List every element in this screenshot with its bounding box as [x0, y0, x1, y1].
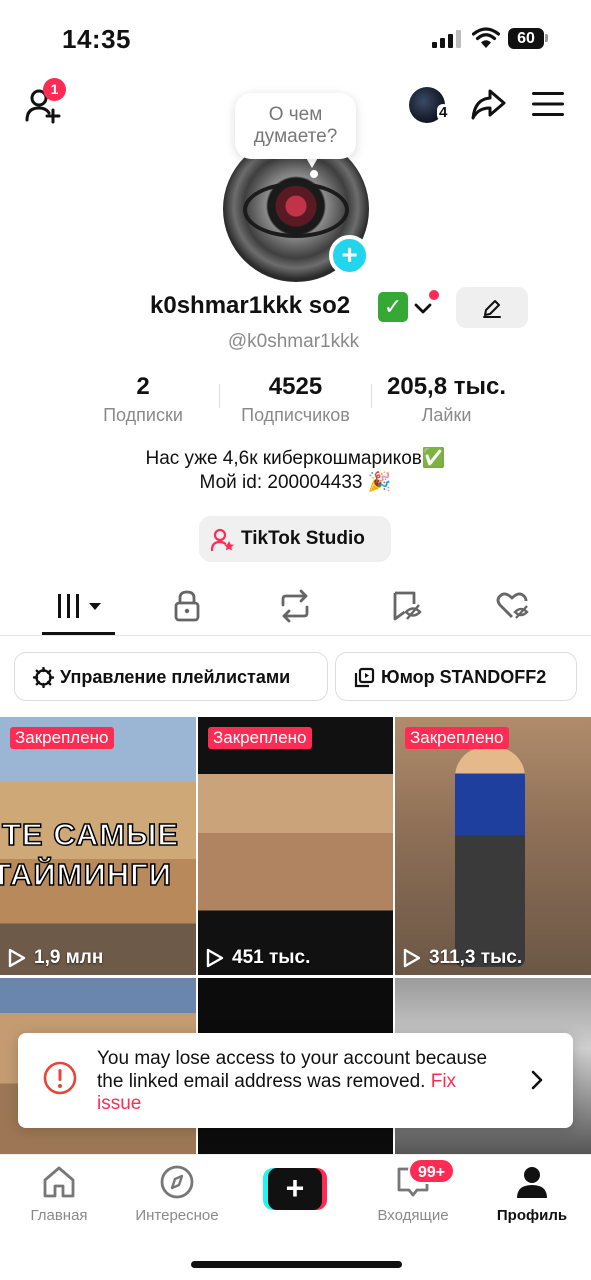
avatar-eye-outline	[243, 182, 349, 238]
following-count: 2	[136, 373, 150, 400]
profile-tabs	[0, 578, 591, 636]
likes-count: 205,8 тыс.	[387, 373, 506, 400]
gear-icon	[33, 667, 54, 688]
following-label: Подписки	[103, 405, 183, 425]
view-count-value: 451 тыс.	[232, 947, 311, 968]
username-handle: @k0shmar1kkk	[227, 331, 360, 352]
inbox-badge: 99+	[408, 1158, 456, 1184]
thumbnail-overlay-text: ТАЙМИНГИ	[0, 856, 172, 893]
warning-icon	[43, 1061, 77, 1095]
play-icon	[8, 948, 26, 968]
nav-home[interactable]: Главная	[9, 1165, 109, 1224]
view-count-value: 1,9 млн	[34, 947, 104, 968]
manage-playlists-label: Управление плейлистами	[60, 667, 291, 687]
pinned-badge: Закреплено	[405, 727, 509, 749]
videos-grid-tab-icon[interactable]	[55, 588, 107, 624]
status-bar: 14:35 60	[0, 0, 591, 70]
play-icon	[403, 948, 421, 968]
nav-discover[interactable]: Интересное	[127, 1165, 227, 1224]
home-icon	[43, 1166, 75, 1198]
profile-bio: Нас уже 4,6к киберкошмариков✅ Мой id: 20…	[0, 447, 591, 495]
followers-label: Подписчиков	[241, 405, 350, 425]
warning-text: You may lose access to your account beca…	[97, 1048, 488, 1092]
stat-divider	[371, 384, 372, 408]
active-tab-underline	[42, 632, 115, 635]
repost-icon[interactable]	[277, 588, 313, 624]
playlist-label: Юмор STANDOFF2	[381, 667, 547, 687]
battery-tip	[545, 34, 548, 42]
friend-requests-badge: 1	[43, 78, 66, 101]
thumbnail-figure	[455, 747, 525, 967]
tiktok-studio-label: TikTok Studio	[241, 528, 365, 549]
home-indicator	[191, 1261, 402, 1268]
pinned-badge: Закреплено	[10, 727, 114, 749]
creator-studio-icon	[211, 528, 234, 552]
hidden-favorites-icon[interactable]	[388, 588, 424, 624]
bio-line-2: Мой id: 200004433 🎉	[199, 472, 392, 493]
add-story-plus-icon[interactable]: +	[329, 235, 370, 276]
view-count-value: 311,3 тыс.	[429, 947, 523, 968]
view-count: 451 тыс.	[206, 947, 310, 969]
likes-stat[interactable]: 205,8 тыс. Лайки	[374, 373, 519, 426]
nav-discover-label: Интересное	[135, 1207, 219, 1224]
profile-icon	[517, 1167, 547, 1198]
view-count: 1,9 млн	[8, 947, 103, 969]
view-count: 311,3 тыс.	[403, 947, 522, 969]
tiktok-studio-button[interactable]: TikTok Studio	[199, 516, 391, 562]
verified-check-icon: ✓	[378, 292, 408, 322]
nav-home-label: Главная	[30, 1207, 88, 1224]
plus-icon: +	[268, 1168, 322, 1210]
nav-profile[interactable]: Профиль	[482, 1165, 582, 1224]
menu-icon[interactable]	[532, 90, 564, 118]
likes-label: Лайки	[421, 405, 472, 425]
accounts-count: 4	[437, 104, 450, 121]
bio-line-1: Нас уже 4,6к киберкошмариков✅	[145, 448, 446, 469]
chevron-right-icon[interactable]	[529, 1069, 545, 1091]
play-icon	[206, 948, 224, 968]
pinned-badge: Закреплено	[208, 727, 312, 749]
nav-profile-label: Профиль	[496, 1207, 568, 1224]
followers-stat[interactable]: 4525 Подписчиков	[228, 373, 363, 426]
status-time: 14:35	[62, 24, 131, 54]
video-thumbnail[interactable]: Закреплено 311,3 тыс.	[395, 717, 591, 975]
cellular-signal-icon	[432, 30, 461, 48]
manage-playlists-button[interactable]: Управление плейлистами	[14, 652, 328, 701]
share-icon[interactable]	[470, 86, 506, 122]
compass-icon	[160, 1165, 194, 1199]
thought-bubble[interactable]: О чем думаете?	[235, 93, 356, 159]
hidden-likes-icon[interactable]	[495, 588, 531, 624]
nav-inbox-label: Входящие	[377, 1207, 449, 1224]
account-warning-banner[interactable]: You may lose access to your account beca…	[18, 1033, 573, 1128]
stat-divider	[219, 384, 220, 408]
chevron-down-icon[interactable]	[413, 298, 433, 318]
edit-profile-button[interactable]	[456, 287, 528, 328]
thought-bubble-dot	[310, 170, 318, 178]
battery-indicator: 60	[508, 28, 544, 49]
pencil-icon	[483, 300, 501, 318]
playlist-icon	[354, 667, 375, 688]
create-button[interactable]: +	[263, 1168, 327, 1210]
warning-message: You may lose access to your account beca…	[97, 1048, 497, 1116]
video-thumbnail[interactable]: Закреплено 451 тыс.	[198, 717, 393, 975]
thumbnail-overlay-text: ТЕ САМЫЕ	[1, 816, 180, 853]
lock-icon[interactable]	[169, 588, 205, 624]
playlist-chip[interactable]: Юмор STANDOFF2	[335, 652, 577, 701]
following-stat[interactable]: 2 Подписки	[93, 373, 193, 426]
followers-count: 4525	[268, 373, 323, 400]
video-thumbnail[interactable]: ТЕ САМЫЕ ТАЙМИНГИ Закреплено 1,9 млн	[0, 717, 196, 975]
display-name[interactable]: k0shmar1kkk so2	[150, 292, 350, 320]
wifi-icon	[472, 27, 500, 48]
new-indicator-dot	[429, 290, 439, 300]
